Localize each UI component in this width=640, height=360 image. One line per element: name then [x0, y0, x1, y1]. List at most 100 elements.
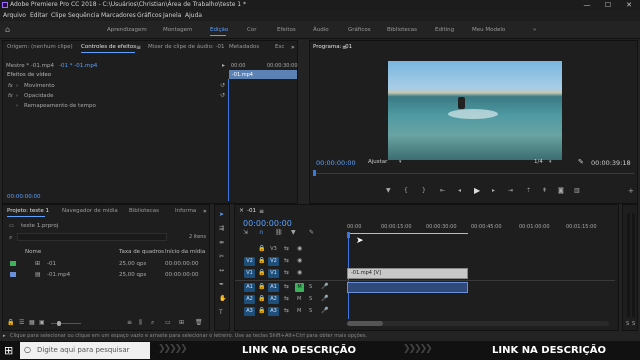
- program-scrub-bar[interactable]: [313, 173, 634, 174]
- workspace-editing[interactable]: Editing: [435, 27, 454, 33]
- add-marker-icon[interactable]: ▼: [291, 229, 296, 237]
- sync-lock-icon[interactable]: ⇆: [284, 283, 289, 291]
- lock-icon[interactable]: 🔒: [258, 245, 265, 253]
- zoom-scrollbar-thumb[interactable]: [347, 321, 383, 326]
- linked-selection-icon[interactable]: ⛓: [275, 229, 283, 237]
- solo-button[interactable]: S: [309, 307, 312, 315]
- source-patch-a2[interactable]: A2: [244, 295, 255, 304]
- lock-icon[interactable]: 🔒: [258, 257, 265, 265]
- close-button[interactable]: ✕: [622, 0, 636, 10]
- go-to-in-icon[interactable]: ⇤: [440, 187, 445, 195]
- sequence-tab[interactable]: -01: [247, 208, 256, 214]
- workspace-cor[interactable]: Cor: [247, 27, 256, 33]
- menu-sequencia[interactable]: Sequência: [68, 12, 99, 19]
- timeline-close-icon[interactable]: ×: [239, 207, 244, 214]
- mark-in-icon[interactable]: {: [404, 187, 408, 195]
- column-media-start[interactable]: Início da mídia: [165, 249, 205, 255]
- timeline-timecode[interactable]: 00:00:00:00: [243, 219, 292, 228]
- reset-opacity-icon[interactable]: ↺: [220, 92, 225, 99]
- menu-janela[interactable]: Janela: [163, 12, 181, 19]
- reset-motion-icon[interactable]: ↺: [220, 82, 225, 89]
- menu-arquivo[interactable]: Arquivo: [3, 12, 26, 19]
- video-clip[interactable]: -01.mp4 [V]: [347, 268, 468, 279]
- sync-lock-icon[interactable]: ⇆: [284, 307, 289, 315]
- workspace-meu-modelo[interactable]: Meu Modelo: [472, 27, 505, 33]
- tab-libraries[interactable]: Bibliotecas: [129, 208, 159, 214]
- audio-clip[interactable]: [347, 282, 468, 293]
- lock-icon[interactable]: 🔒: [258, 283, 265, 291]
- play-only-audio-icon[interactable]: ▸: [222, 62, 225, 69]
- track-target-v3[interactable]: V3: [268, 245, 279, 254]
- effect-motion[interactable]: Movimento: [24, 83, 55, 89]
- go-to-out-icon[interactable]: ⇥: [508, 187, 513, 195]
- tab-project[interactable]: Projeto: teste 1: [7, 208, 49, 214]
- workspace-graficos[interactable]: Gráficos: [348, 27, 371, 33]
- timeline-ruler[interactable]: 00:00 00:00:15:00 00:00:30:00 00:00:45:0…: [347, 223, 609, 237]
- track-select-tool-icon[interactable]: ⇶: [219, 225, 224, 233]
- expand-time-remap-icon[interactable]: ›: [16, 103, 18, 109]
- tab-metadata[interactable]: Metadados: [229, 44, 259, 50]
- source-patch-a1[interactable]: A1: [244, 283, 255, 292]
- program-playhead[interactable]: [313, 170, 316, 176]
- track-target-a3[interactable]: A3: [268, 307, 279, 316]
- tab-captions[interactable]: Esc: [275, 44, 284, 50]
- mute-button[interactable]: M: [297, 307, 301, 315]
- extract-icon[interactable]: ⇞: [542, 187, 547, 195]
- panel-more-icon[interactable]: »: [291, 44, 295, 51]
- meter-solo-left[interactable]: S: [626, 321, 629, 327]
- project-more-icon[interactable]: »: [203, 208, 207, 215]
- export-frame-icon[interactable]: ◙: [558, 187, 564, 195]
- tab-audio-clip-mixer[interactable]: Mixer de clipe de áudio: -01: [148, 44, 225, 50]
- column-frame-rate[interactable]: Taxa de quadros: [119, 249, 164, 255]
- razor-tool-icon[interactable]: ✂: [219, 253, 224, 261]
- lock-icon[interactable]: 🔒: [258, 295, 265, 303]
- sort-icon[interactable]: ≡: [127, 319, 132, 327]
- track-target-a1[interactable]: A1: [268, 283, 279, 292]
- workspace-aprendizagem[interactable]: Aprendizagem: [107, 27, 147, 33]
- lock-icon[interactable]: 🔒: [258, 269, 265, 277]
- mute-button[interactable]: M: [297, 295, 301, 303]
- workspace-audio[interactable]: Áudio: [313, 27, 329, 33]
- resolution-chevron-icon[interactable]: ▾: [549, 159, 552, 165]
- workspace-montagem[interactable]: Montagem: [163, 27, 192, 33]
- minimize-button[interactable]: —: [580, 0, 594, 10]
- taskbar-search-box[interactable]: ○ Digite aqui para pesquisar: [20, 342, 150, 359]
- lift-icon[interactable]: ⇡: [526, 187, 531, 195]
- eye-icon[interactable]: ◉: [297, 257, 302, 265]
- tab-info[interactable]: Informa: [175, 208, 196, 214]
- workspace-efeitos[interactable]: Efeitos: [277, 27, 296, 33]
- menu-marcadores[interactable]: Marcadores: [101, 12, 136, 19]
- project-search-input[interactable]: [17, 233, 167, 241]
- menu-ajuda[interactable]: Ajuda: [185, 12, 202, 19]
- track-target-v2[interactable]: V2: [268, 257, 279, 266]
- snap-icon[interactable]: ∩: [259, 229, 263, 237]
- insert-nest-icon[interactable]: ⇲: [243, 229, 248, 237]
- lock-icon[interactable]: 🔒: [258, 307, 265, 315]
- panel-menu-icon[interactable]: ≡: [136, 44, 141, 51]
- meter-solo-right[interactable]: S: [632, 321, 635, 327]
- solo-button[interactable]: S: [309, 295, 312, 303]
- write-protect-icon[interactable]: 🔒: [7, 319, 14, 327]
- track-target-v1[interactable]: V1: [268, 269, 279, 278]
- voiceover-mic-icon[interactable]: 🎤: [321, 307, 328, 315]
- new-bin-icon[interactable]: ▭: [165, 319, 171, 327]
- workspace-bibliotecas[interactable]: Bibliotecas: [387, 27, 417, 33]
- add-marker-icon[interactable]: ▼: [386, 187, 391, 195]
- mute-button[interactable]: M: [295, 283, 304, 292]
- automate-to-sequence-icon[interactable]: ⫼: [139, 319, 142, 327]
- sequence-clip-select[interactable]: -01 * -01.mp4: [59, 63, 97, 69]
- solo-button[interactable]: S: [309, 283, 312, 291]
- project-item-row[interactable]: ⊞ -01 25,00 qps 00:00:00:00: [4, 259, 208, 269]
- find-icon[interactable]: ⌕: [151, 319, 154, 327]
- step-back-icon[interactable]: ◂: [458, 187, 461, 195]
- sync-lock-icon[interactable]: ⇆: [284, 269, 289, 277]
- menu-editar[interactable]: Editar: [30, 12, 48, 19]
- label-color-swatch[interactable]: [10, 261, 16, 266]
- work-area-bar[interactable]: [347, 233, 468, 234]
- voiceover-mic-icon[interactable]: 🎤: [321, 295, 328, 303]
- program-menu-icon[interactable]: ≡: [342, 44, 347, 51]
- source-patch-a3[interactable]: A3: [244, 307, 255, 316]
- workspace-more[interactable]: »: [533, 27, 536, 33]
- slip-tool-icon[interactable]: ↔: [219, 267, 224, 275]
- tab-effect-controls[interactable]: Controles de efeitos: [81, 44, 136, 50]
